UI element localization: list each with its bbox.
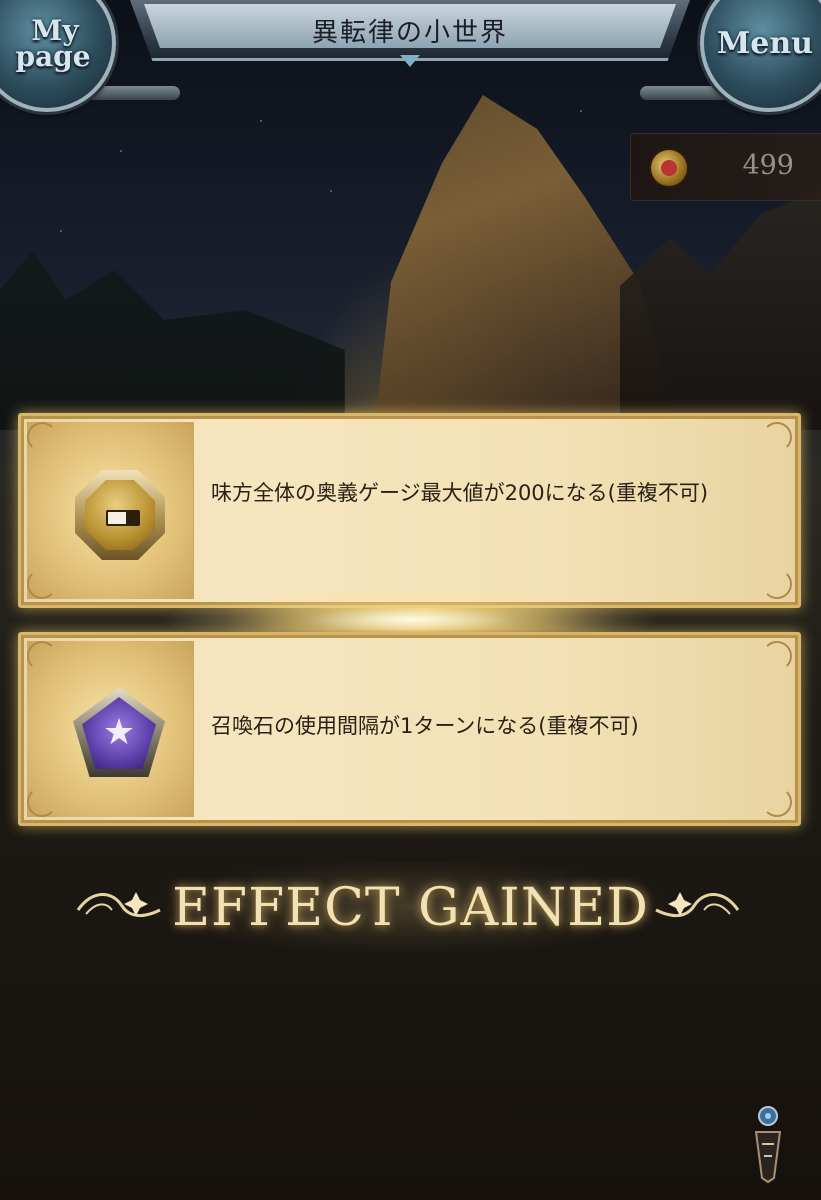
ougi-gauge-icon <box>75 470 165 560</box>
summon-badge-inner: ★ <box>82 697 156 769</box>
corner-flourish <box>762 787 792 817</box>
mypage-label-line2: page <box>15 40 91 73</box>
corner-flourish <box>27 641 57 671</box>
header-bar: 異転律の小世界 My page Menu <box>0 0 821 112</box>
star <box>330 190 332 192</box>
corner-flourish <box>762 641 792 671</box>
corner-flourish <box>762 422 792 452</box>
gauge-fill <box>108 512 126 524</box>
star <box>60 230 62 232</box>
star <box>580 110 582 112</box>
effect-description: 味方全体の奥義ゲージ最大値が200になる(重複不可) <box>211 481 709 505</box>
ougi-gauge-badge-inner <box>85 480 155 550</box>
corner-flourish <box>27 422 57 452</box>
coin-icon <box>651 150 687 186</box>
effect-card: 味方全体の奥義ゲージ最大値が200になる(重複不可) <box>18 413 801 608</box>
effect-card: ★ 召喚石の使用間隔が1ターンになる(重複不可) <box>18 632 801 826</box>
game-screen: 異転律の小世界 My page Menu 499 味方全体の奥義ゲージ最大値が2… <box>0 0 821 1200</box>
title-plate-inner: 異転律の小世界 <box>144 4 676 48</box>
menu-label: Menu <box>717 26 813 61</box>
talisman-icon[interactable] <box>748 1104 788 1184</box>
star-icon: ★ <box>102 712 136 753</box>
corner-flourish <box>762 569 792 599</box>
title-plate: 異転律の小世界 <box>130 0 690 61</box>
star <box>120 150 122 152</box>
effect-description: 召喚石の使用間隔が1ターンになる(重複不可) <box>211 714 639 738</box>
flourish-left-icon <box>76 892 161 917</box>
currency-counter: 499 <box>630 133 821 201</box>
summon-star-icon: ★ <box>73 687 165 777</box>
page-title: 異転律の小世界 <box>311 18 508 48</box>
currency-value: 499 <box>742 150 794 181</box>
gauge-icon <box>106 510 140 526</box>
right-cliffs <box>620 190 821 430</box>
flourish-right-icon <box>655 892 740 917</box>
title-notch-icon <box>400 55 420 67</box>
corner-flourish <box>27 569 57 599</box>
star <box>260 120 262 122</box>
corner-flourish <box>27 787 57 817</box>
